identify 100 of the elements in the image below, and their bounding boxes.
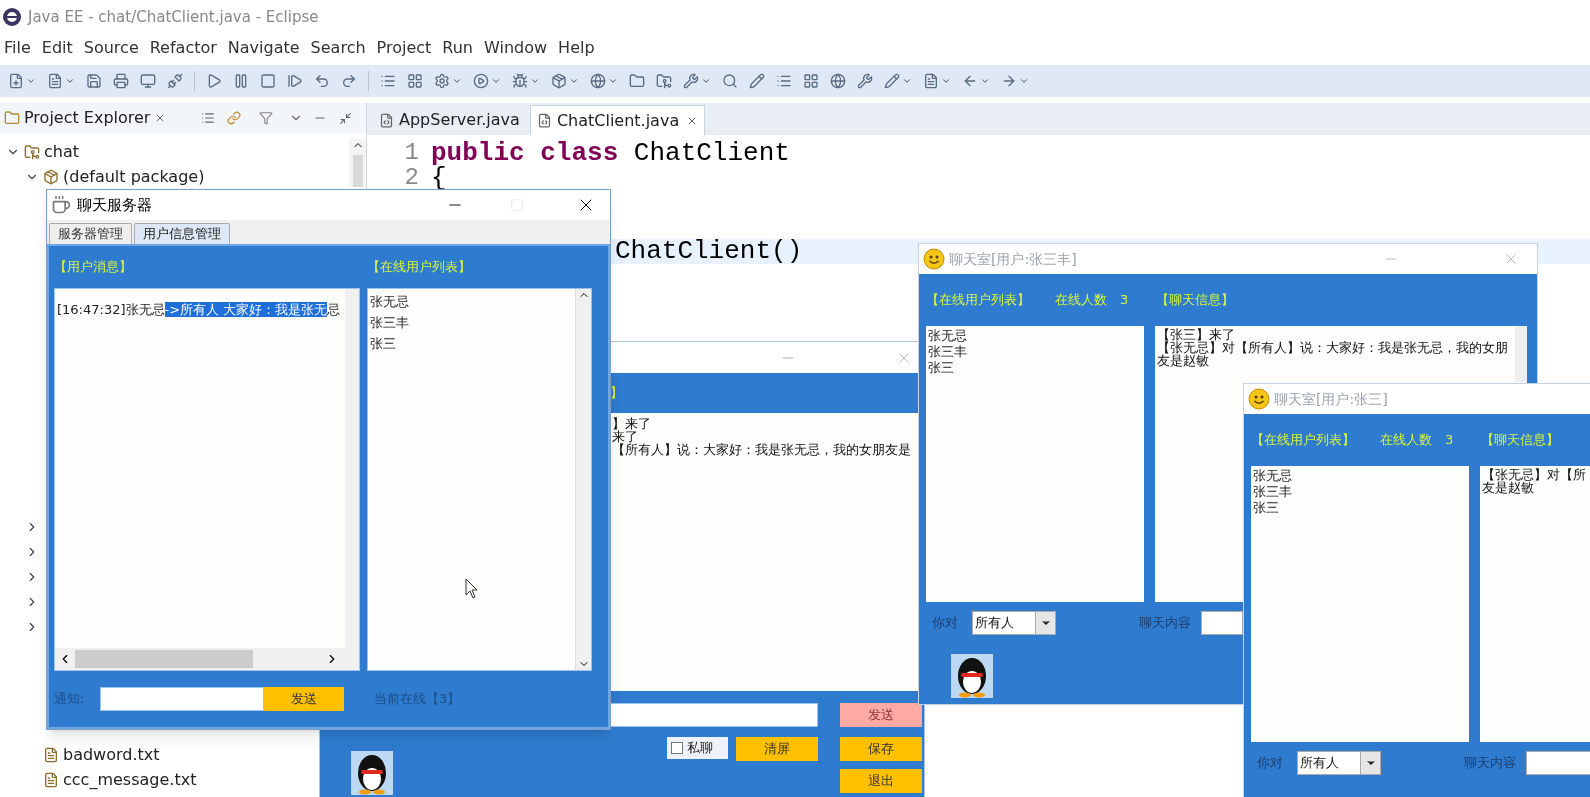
search-icon[interactable] — [722, 73, 738, 89]
menu-item[interactable]: Project — [376, 36, 432, 60]
gear-icon[interactable] — [434, 73, 450, 89]
tree-item[interactable]: chat — [44, 139, 79, 164]
filter-icon[interactable] — [259, 111, 273, 125]
count-label: 在线人数 — [1380, 431, 1433, 450]
caret-icon[interactable] — [26, 76, 36, 86]
menu-item[interactable]: Refactor — [149, 36, 217, 60]
window-title: Java EE - chat/ChatClient.java - Eclipse — [28, 6, 319, 28]
vertical-scrollbar — [1515, 326, 1527, 382]
tree-item[interactable]: badword.txt — [63, 743, 160, 767]
tool-icon[interactable] — [857, 73, 873, 89]
private-chat-checkbox[interactable]: 私聊 — [667, 737, 728, 759]
message-line: 【所有人】说：大家好：我是张无忌，我的女朋友是 — [612, 443, 912, 456]
caret-icon[interactable] — [452, 76, 462, 86]
menu-item[interactable]: Source — [83, 36, 139, 60]
page-icon[interactable] — [923, 73, 939, 89]
back-icon[interactable] — [962, 73, 978, 89]
list-item[interactable]: 张三 — [1253, 500, 1469, 516]
menu-item[interactable]: File — [4, 36, 31, 60]
tab[interactable]: 用户信息管理 — [134, 223, 230, 244]
menu-item[interactable]: Help — [558, 36, 595, 60]
file-icon — [43, 747, 59, 763]
input-field[interactable] — [100, 687, 264, 711]
caret-icon[interactable] — [980, 76, 990, 86]
list-item[interactable]: 张无忌 — [370, 291, 575, 312]
list-item[interactable]: 张三 — [370, 333, 575, 354]
list-item[interactable]: 张三 — [928, 360, 1144, 376]
exit-button[interactable]: 退出 — [840, 769, 922, 793]
document-icon[interactable] — [47, 73, 63, 89]
caret-icon[interactable] — [1019, 76, 1029, 86]
clear-button[interactable]: 清屏 — [736, 737, 818, 761]
monitor-icon[interactable] — [140, 73, 156, 89]
bug-icon[interactable] — [512, 73, 528, 89]
list-item[interactable]: 张无忌 — [1253, 468, 1469, 484]
stop-icon[interactable] — [260, 73, 276, 89]
collapse-all-icon[interactable] — [201, 111, 215, 125]
cursor-icon — [465, 578, 479, 600]
folder-tree-icon[interactable] — [656, 73, 672, 89]
app-icon — [51, 195, 71, 215]
plug-icon[interactable] — [167, 73, 183, 89]
play-icon[interactable] — [206, 73, 222, 89]
list-item[interactable]: 张三丰 — [370, 312, 575, 333]
pause-icon[interactable] — [233, 73, 249, 89]
package-icon[interactable] — [551, 73, 567, 89]
table-icon[interactable] — [803, 73, 819, 89]
tree-item[interactable]: (default package) — [63, 164, 205, 189]
caret-icon[interactable] — [902, 76, 912, 86]
section-label: 【聊天信息】 — [1481, 431, 1560, 450]
recipient-dropdown[interactable]: 所有人 — [1297, 751, 1381, 775]
scrollbar-thumb[interactable] — [75, 650, 253, 668]
caret-icon[interactable] — [569, 76, 579, 86]
file-icon — [43, 772, 59, 788]
wrench-icon[interactable] — [683, 73, 699, 89]
link-icon[interactable] — [227, 111, 241, 125]
save-icon[interactable] — [86, 73, 102, 89]
caret-icon[interactable] — [608, 76, 618, 86]
forward-icon[interactable] — [1001, 73, 1017, 89]
list-icon[interactable] — [380, 73, 396, 89]
caret-icon[interactable] — [65, 76, 75, 86]
run-icon[interactable] — [473, 73, 489, 89]
save-button[interactable]: 保存 — [840, 737, 922, 761]
printer-icon[interactable] — [113, 73, 129, 89]
caret-icon[interactable] — [701, 76, 711, 86]
file-plus-icon[interactable] — [8, 73, 24, 89]
menu-item[interactable]: Window — [484, 36, 548, 60]
pencil-icon[interactable] — [749, 73, 765, 89]
input-field[interactable] — [1201, 611, 1243, 635]
undo-icon[interactable] — [314, 73, 330, 89]
scrollbar-thumb[interactable] — [352, 155, 363, 187]
web-icon[interactable] — [830, 73, 846, 89]
list-item[interactable]: 张三丰 — [928, 344, 1144, 360]
send-button[interactable]: 发送 — [264, 687, 344, 711]
caret-icon[interactable] — [491, 76, 501, 86]
menu-item[interactable]: Run — [442, 36, 473, 60]
grid-icon[interactable] — [407, 73, 423, 89]
outline-icon[interactable] — [776, 73, 792, 89]
folder-icon[interactable] — [629, 73, 645, 89]
editor-tab[interactable]: ChatClient.java — [529, 105, 706, 135]
penguin-icon — [351, 751, 393, 795]
step-icon[interactable] — [287, 73, 303, 89]
globe-icon[interactable] — [590, 73, 606, 89]
field-label: 你对 — [1256, 754, 1284, 773]
caret-icon[interactable] — [530, 76, 540, 86]
menu-item[interactable]: Edit — [41, 36, 73, 60]
menu-item[interactable]: Search — [310, 36, 366, 60]
caret-icon[interactable] — [941, 76, 951, 86]
send-button[interactable]: 发送 — [840, 703, 922, 727]
section-label: 【在线用户列表】 — [926, 291, 1031, 310]
tree-item[interactable]: ccc_message.txt — [63, 768, 197, 792]
recipient-dropdown[interactable]: 所有人 — [972, 611, 1056, 635]
edit-icon[interactable] — [884, 73, 900, 89]
list-item[interactable]: 张无忌 — [928, 328, 1144, 344]
online-count: 3 — [1120, 291, 1130, 310]
list-item[interactable]: 张三丰 — [1253, 484, 1469, 500]
redo-icon[interactable] — [341, 73, 357, 89]
menu-item[interactable]: Navigate — [227, 36, 300, 60]
maximize-icon[interactable] — [339, 111, 352, 125]
input-field[interactable] — [610, 703, 818, 727]
tab[interactable]: 服务器管理 — [49, 223, 132, 244]
